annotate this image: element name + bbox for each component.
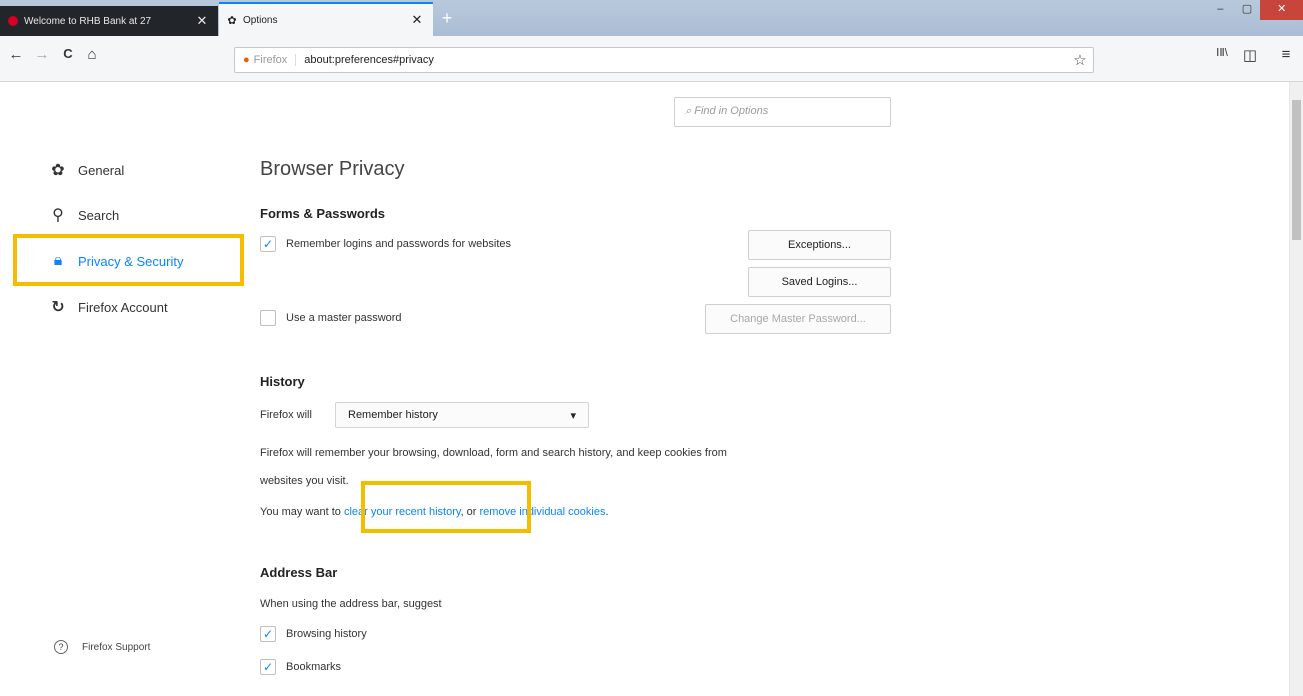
forward-button[interactable]: → [32, 46, 52, 63]
sidebar-icon[interactable]: ◫ [1240, 46, 1260, 64]
help-icon: ? [54, 640, 68, 654]
select-value: Remember history [348, 409, 438, 421]
library-icon[interactable]: ⅠⅡ\ [1212, 46, 1232, 59]
tab-close-icon[interactable]: ✕ [194, 13, 210, 29]
support-label: Firefox Support [82, 641, 151, 653]
category-search[interactable]: ⚲ Search [48, 205, 119, 225]
address-bar-suggest-label: When using the address bar, suggest [260, 598, 442, 610]
checkbox-label: Browsing history [286, 628, 367, 640]
url-text[interactable]: about:preferences#privacy [304, 54, 1067, 66]
category-general[interactable]: ✿ General [48, 160, 124, 180]
forms-passwords-heading: Forms & Passwords [260, 206, 385, 221]
history-mode-select[interactable]: Remember history ▾ [335, 402, 589, 428]
category-firefox-account[interactable]: ↻ Firefox Account [48, 297, 168, 317]
gear-icon: ✿ [51, 162, 65, 179]
gear-icon: ✿ [227, 14, 237, 27]
history-description-line1: Firefox will remember your browsing, dow… [260, 447, 727, 459]
find-placeholder: Find in Options [694, 105, 769, 117]
category-label: General [78, 162, 125, 178]
window-controls: – ▢ ✕ [1207, 0, 1303, 20]
search-icon: ⚲ [52, 207, 64, 224]
category-label: Search [78, 207, 120, 223]
change-master-password-button[interactable]: Change Master Password... [705, 304, 891, 334]
identity-label: Firefox [254, 54, 297, 66]
new-tab-button[interactable]: + [434, 6, 460, 32]
find-in-options-input[interactable]: ⌕ Find in Options [674, 97, 891, 127]
title-bar: Welcome to RHB Bank at 27 ✕ ✿ Options ✕ … [0, 0, 1303, 36]
close-window-button[interactable]: ✕ [1260, 0, 1303, 20]
history-heading: History [260, 374, 305, 389]
back-button[interactable]: ← [6, 46, 26, 63]
bookmark-star-icon[interactable]: ☆ [1067, 51, 1093, 69]
tab-rhb-bank[interactable]: Welcome to RHB Bank at 27 ✕ [0, 6, 218, 36]
checkbox-label: Bookmarks [286, 661, 342, 673]
page-scrollbar[interactable] [1289, 82, 1303, 696]
dropdown-arrow-icon: ▾ [570, 410, 576, 422]
firefox-support-link[interactable]: ? Firefox Support [54, 640, 150, 654]
checkbox-checked-icon[interactable]: ✓ [260, 659, 276, 675]
maximize-button[interactable]: ▢ [1234, 0, 1261, 20]
checkbox-checked-icon[interactable]: ✓ [260, 236, 276, 252]
address-bar-heading: Address Bar [260, 565, 338, 580]
tab-title: Options [243, 14, 278, 26]
rhb-favicon-icon [8, 16, 18, 26]
browsing-history-checkbox[interactable]: ✓ Browsing history [260, 626, 367, 642]
checkbox-checked-icon[interactable]: ✓ [260, 626, 276, 642]
tab-options[interactable]: ✿ Options ✕ [219, 2, 433, 36]
scrollbar-thumb[interactable] [1292, 100, 1301, 240]
exceptions-button[interactable]: Exceptions... [748, 230, 891, 260]
home-button[interactable]: ⌂ [82, 46, 102, 63]
saved-logins-button[interactable]: Saved Logins... [748, 267, 891, 297]
url-bar[interactable]: ● Firefox about:preferences#privacy ☆ [234, 47, 1094, 73]
category-label: Firefox Account [78, 299, 168, 315]
master-password-checkbox[interactable]: Use a master password [260, 310, 402, 326]
reload-button[interactable]: C [58, 46, 78, 61]
firefox-will-label: Firefox will [260, 409, 312, 421]
navigation-toolbar: ← → C ⌂ ● Firefox about:preferences#priv… [0, 36, 1303, 82]
firefox-identity-icon: ● [243, 54, 250, 66]
period: . [605, 506, 609, 518]
search-icon: ⌕ [685, 105, 695, 117]
sync-icon: ↻ [51, 299, 65, 316]
highlight-box-clear-history [361, 481, 531, 533]
checkbox-unchecked-icon[interactable] [260, 310, 276, 326]
history-description-line2: websites you visit. [260, 475, 349, 487]
page-title: Browser Privacy [260, 158, 405, 180]
remember-logins-checkbox[interactable]: ✓ Remember logins and passwords for webs… [260, 236, 511, 252]
tab-close-icon[interactable]: ✕ [409, 12, 425, 28]
menu-icon[interactable]: ≡ [1276, 46, 1296, 63]
highlight-box-privacy [13, 234, 244, 286]
checkbox-label: Remember logins and passwords for websit… [286, 238, 511, 250]
bookmarks-checkbox[interactable]: ✓ Bookmarks [260, 659, 341, 675]
minimize-button[interactable]: – [1207, 0, 1234, 20]
may-want-prefix: You may want to [260, 506, 344, 518]
checkbox-label: Use a master password [286, 312, 402, 324]
tab-title: Welcome to RHB Bank at 27 [24, 15, 152, 27]
